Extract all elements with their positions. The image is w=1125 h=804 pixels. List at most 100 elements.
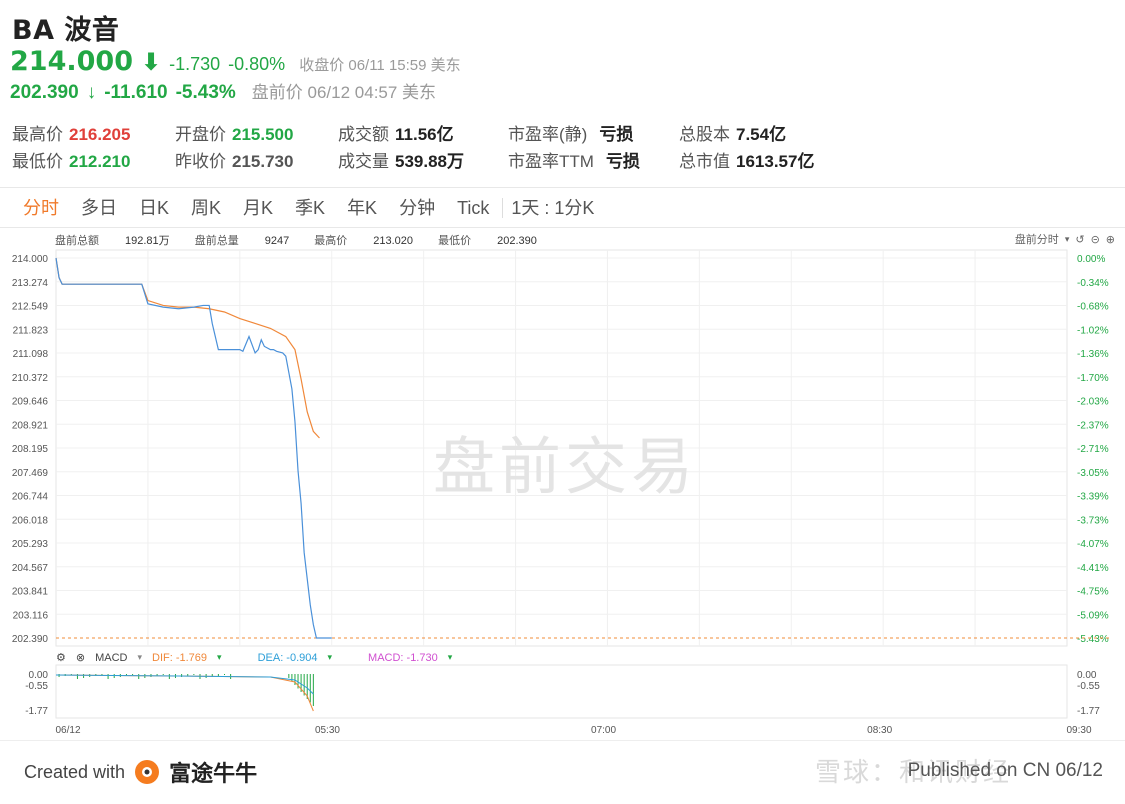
y-tick-label: 206.744 [12,492,49,503]
stat-low-value: 212.210 [69,152,131,171]
macd-dif-line [55,674,314,712]
tab-intraday[interactable]: 分时 [12,190,70,226]
period-tabs: 分时 多日 日K 周K 月K 季K 年K 分钟 Tick 1天 : 1分K [12,190,605,226]
info-low-label: 最低价 [438,235,472,247]
y-pct-tick-label: -2.03% [1077,397,1109,408]
stock-title: BA 波音 [12,15,120,46]
chevron-down-icon[interactable]: ▾ [217,652,222,663]
stat-volume: 成交量 539.88万 [338,147,464,172]
close-icon[interactable]: ⊗ [76,651,85,664]
chart-mode-select[interactable]: 盘前分时 [1015,231,1059,247]
zoom-in-icon[interactable]: ⊕ [1106,233,1115,246]
price-change: -1.730 [169,54,221,74]
y-tick-label: 212.549 [12,302,49,313]
stat-volume-value: 539.88万 [395,152,464,171]
close-meta: 收盘价 06/11 15:59 美东 [299,57,461,74]
divider [0,740,1125,741]
settings-icon[interactable]: ⚙ [56,651,66,664]
info-low: 最低价 202.390 [438,235,537,247]
y-tick-label: 204.567 [12,563,49,574]
y-pct-tick-label: -1.36% [1077,349,1109,360]
chart-toolbar: 盘前分时 ▾ ↺ ⊝ ⊕ [1015,231,1115,247]
info-amount: 盘前总额 192.81万 [55,235,170,247]
macd-frame [55,664,1068,719]
tab-tick[interactable]: Tick [446,190,500,226]
y-tick-label: 209.646 [12,397,49,408]
stat-open: 开盘价 215.500 [175,120,293,145]
stat-mcap-label: 总市值 [679,152,730,171]
stat-low: 最低价 212.210 [12,147,130,172]
y-pct-tick-label: -4.75% [1077,587,1109,598]
y-tick-label: 211.098 [13,349,49,360]
y-tick-label: 214.000 [12,254,49,265]
stat-pe-ttm: 市盈率TTM 亏损 [508,147,640,172]
macd-legend: ⚙ ⊗ MACD ▾ DIF: -1.769 ▾ DEA: -0.904 ▾ MAC… [56,651,453,665]
tab-multiday[interactable]: 多日 [70,190,128,226]
y-pct-tick-label: -1.70% [1077,373,1109,384]
y-tick-label: 208.921 [12,420,49,431]
y-tick-label: 207.469 [12,468,49,479]
stat-pe-static-value: 亏损 [599,125,634,144]
tab-minute[interactable]: 分钟 [388,190,446,226]
tab-yearly-k[interactable]: 年K [336,190,388,226]
stat-high-value: 216.205 [69,125,131,144]
info-volume-value: 9247 [264,235,290,247]
stat-prev: 昨收价 215.730 [175,147,293,172]
last-price: 214.000 [10,46,133,77]
stat-shares: 总股本 7.54亿 [679,120,786,145]
info-high-label: 最高价 [314,235,348,247]
stat-shares-value: 7.54亿 [736,125,787,144]
y-tick-label: 205.293 [12,539,49,550]
y-pct-tick-label: -2.71% [1077,444,1109,455]
macd-tick-label-right: -1.77 [1077,706,1100,717]
stats-grid: 最高价 216.205 最低价 212.210 开盘价 215.500 昨收价 215.… [12,120,912,176]
stat-prev-label: 昨收价 [175,152,226,171]
y-pct-tick-label: -0.68% [1077,302,1109,313]
stat-shares-label: 总股本 [679,125,730,144]
stat-amount-value: 11.56亿 [395,125,454,144]
y-tick-label: 206.018 [12,515,49,526]
tab-interval-select[interactable]: 1天 : 1分K [505,190,605,226]
down-arrow-icon: ⬇ [140,49,162,76]
x-tick-label: 08:30 [867,725,892,736]
stat-open-label: 开盘价 [175,125,226,144]
watermark: 盘前交易 [433,430,698,503]
published-text: Published on CN 06/12 [907,760,1103,781]
intraday-chart[interactable]: 214.000 0.00% 213.274 -0.34% 212.549 -0.68% 21… [0,228,1125,740]
y-pct-tick-label: -2.37% [1077,420,1109,431]
x-tick-label: 05:30 [315,725,340,736]
y-tick-label: 213.274 [12,278,49,289]
premarket-meta: 盘前价 06/12 04:57 美东 [251,83,437,102]
chevron-down-icon[interactable]: ▾ [448,652,453,663]
tab-monthly-k[interactable]: 月K [232,190,284,226]
y-tick-label: 203.841 [12,587,49,598]
premarket-arrow-icon: ↓ [86,82,97,103]
x-tick-label: 09:30 [1066,725,1091,736]
tab-weekly-k[interactable]: 周K [180,190,232,226]
chevron-down-icon[interactable]: ▾ [137,652,142,663]
stat-pe-ttm-label: 市盈率TTM [508,152,594,171]
futu-logo-icon [133,758,161,786]
info-high: 最高价 213.020 [314,235,413,247]
divider [0,187,1125,188]
y-pct-tick-label: -1.02% [1077,325,1109,336]
macd-value: MACD: -1.730 [368,651,438,664]
created-with-text: Created with [24,761,126,782]
chevron-down-icon[interactable]: ▾ [1065,234,1070,245]
premarket-change-pct: -5.43% [175,82,236,103]
stat-high-label: 最高价 [12,125,63,144]
y-tick-label: 208.195 [12,444,49,455]
undo-icon[interactable]: ↺ [1075,233,1084,246]
zoom-out-icon[interactable]: ⊝ [1091,233,1100,246]
tab-daily-k[interactable]: 日K [128,190,180,226]
stat-volume-label: 成交量 [338,152,389,171]
y-pct-tick-label: 0.00% [1077,254,1105,265]
info-volume: 盘前总量 9247 [195,235,289,247]
chevron-down-icon[interactable]: ▾ [328,652,333,663]
y-tick-label: 202.390 [12,634,49,645]
y-pct-tick-label: -5.43% [1077,634,1109,645]
premarket-price: 202.390 [10,82,79,103]
footer-branding: Created with 富途牛牛 [24,756,257,788]
tab-quarterly-k[interactable]: 季K [284,190,336,226]
macd-tick-label: -1.77 [25,706,48,717]
